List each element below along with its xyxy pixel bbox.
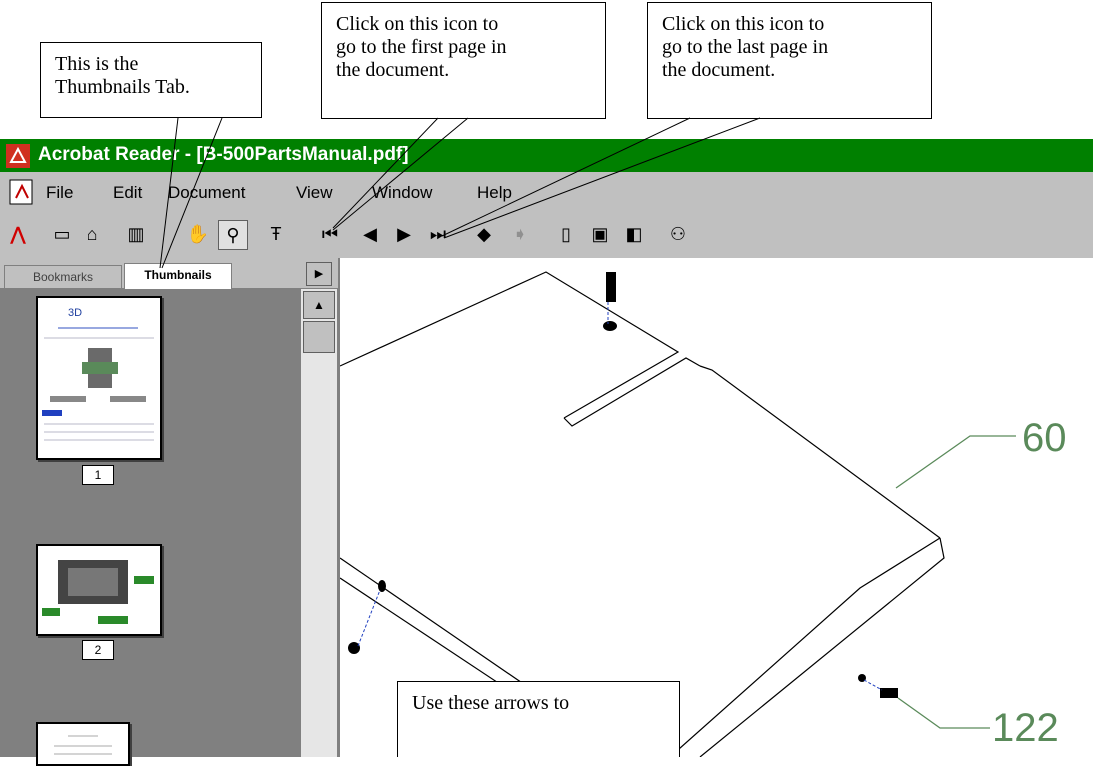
callout-last-page: Click on this icon to go to the last pag… bbox=[647, 2, 932, 119]
menu-edit[interactable]: Edit bbox=[113, 183, 142, 203]
menu-bar: File Edit Document View Window Help bbox=[0, 172, 1093, 212]
thumbnail-page-number-1: 1 bbox=[82, 465, 114, 485]
part-label-122: 122 bbox=[992, 706, 1059, 750]
go-forward-icon[interactable]: ➧ bbox=[506, 220, 534, 248]
part-label-60: 60 bbox=[1022, 416, 1067, 460]
page-3-preview bbox=[54, 735, 112, 755]
callout-thumbnails-tab: This is the Thumbnails Tab. bbox=[40, 42, 262, 118]
first-page-icon[interactable]: ⏮ bbox=[316, 220, 344, 248]
open-icon[interactable]: ▭ bbox=[48, 220, 76, 248]
thumbnail-page-2[interactable] bbox=[36, 544, 162, 636]
callout-arrows: Use these arrows to bbox=[397, 681, 680, 757]
menu-file[interactable]: File bbox=[46, 183, 73, 203]
menu-document[interactable]: Document bbox=[168, 183, 245, 203]
acrobat-logo-icon: ⋀ bbox=[10, 223, 26, 244]
text-select-icon[interactable]: Ŧ bbox=[262, 220, 290, 248]
thumbnail-page-3[interactable] bbox=[36, 722, 130, 766]
zoom-tool-icon[interactable]: ⚲ bbox=[218, 220, 248, 250]
thumbnail-page-number-2: 2 bbox=[82, 640, 114, 660]
scroll-thumb[interactable] bbox=[303, 321, 335, 353]
title-bar: Acrobat Reader - [B-500PartsManual.pdf] bbox=[0, 139, 1093, 172]
actual-size-icon[interactable]: ▯ bbox=[552, 220, 580, 248]
go-back-icon[interactable]: ◆ bbox=[470, 220, 498, 248]
thumbnail-page-1[interactable]: 3D bbox=[36, 296, 162, 460]
pane-menu-arrow-icon[interactable]: ▶ bbox=[306, 262, 332, 286]
svg-text:3D: 3D bbox=[68, 307, 82, 319]
toolbar: ⋀ ▭ ⌂ ▥ ✋ ⚲ Ŧ ⏮ ◀ ▶ ⏭ ◆ ➧ ▯ ▣ ◧ ⚇ bbox=[0, 211, 1093, 259]
thumbnail-scrollbar[interactable]: ▲ bbox=[300, 289, 337, 757]
previous-page-icon[interactable]: ◀ bbox=[356, 220, 384, 248]
scroll-up-arrow-icon[interactable]: ▲ bbox=[303, 291, 335, 319]
acrobat-app-icon bbox=[6, 144, 30, 168]
menu-view[interactable]: View bbox=[296, 183, 333, 203]
find-icon[interactable]: ⚇ bbox=[664, 220, 692, 248]
tab-thumbnails[interactable]: Thumbnails bbox=[124, 263, 232, 289]
menu-window[interactable]: Window bbox=[372, 183, 432, 203]
document-icon bbox=[9, 179, 33, 205]
next-page-icon[interactable]: ▶ bbox=[390, 220, 418, 248]
menu-help[interactable]: Help bbox=[477, 183, 512, 203]
page-2-preview bbox=[42, 560, 154, 624]
fit-width-icon[interactable]: ◧ bbox=[620, 220, 648, 248]
print-icon[interactable]: ⌂ bbox=[78, 220, 106, 248]
tab-bookmarks[interactable]: Bookmarks bbox=[4, 265, 122, 288]
pane-tab-strip: Bookmarks Thumbnails ▶ bbox=[0, 258, 338, 289]
show-hide-pane-icon[interactable]: ▥ bbox=[122, 220, 150, 248]
window-title: Acrobat Reader - [B-500PartsManual.pdf] bbox=[38, 144, 409, 165]
fit-page-icon[interactable]: ▣ bbox=[586, 220, 614, 248]
last-page-icon[interactable]: ⏭ bbox=[424, 220, 452, 248]
hand-tool-icon[interactable]: ✋ bbox=[184, 220, 212, 248]
callout-first-page: Click on this icon to go to the first pa… bbox=[321, 2, 606, 119]
page-1-preview: 3D bbox=[42, 307, 154, 441]
